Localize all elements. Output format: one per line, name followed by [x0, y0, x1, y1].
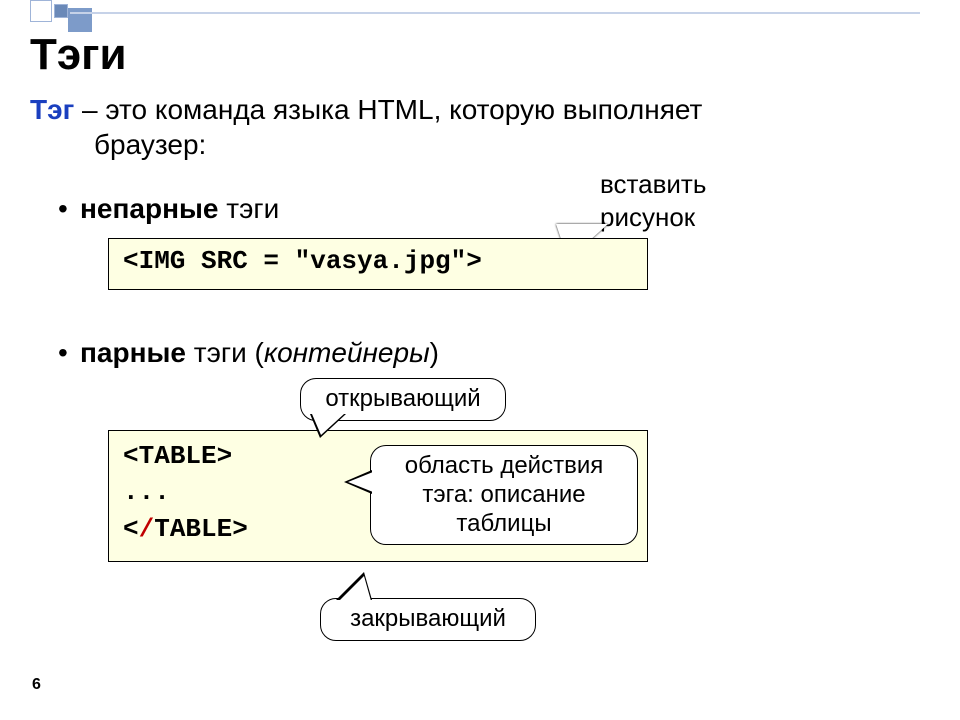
callout-closing: закрывающий: [320, 598, 536, 641]
definition-body-1: – это команда языка HTML, которую выполн…: [74, 94, 702, 125]
bullet-paired: парные тэги (контейнеры): [80, 337, 439, 369]
code2-dots: ...: [123, 477, 170, 507]
slide-decoration-bar: [70, 12, 920, 14]
callout-closing-text: закрывающий: [350, 605, 506, 632]
bullet-paired-close: ): [430, 337, 439, 368]
bullet-unpaired-bold: непарные: [80, 193, 218, 224]
bullet-paired-rest: тэги (: [186, 337, 264, 368]
code2-close-tag: TABLE: [154, 514, 232, 544]
code2-open-lt: <: [123, 441, 139, 471]
callout-insert-picture-l1: вставить: [600, 169, 706, 199]
bullet-unpaired: непарные тэги: [80, 193, 279, 225]
callout-area-l2: тэга: описание: [422, 481, 585, 508]
callout-area-tail-fill: [348, 472, 373, 492]
definition-text: Тэг – это команда языка HTML, которую вы…: [30, 92, 930, 162]
page-number: 6: [32, 676, 41, 694]
code2-close-lt: <: [123, 514, 139, 544]
code2-close-gt: >: [232, 514, 248, 544]
code-example-1: <IMG SRC = "vasya.jpg">: [108, 238, 648, 290]
callout-area: область действия тэга: описание таблицы: [370, 445, 638, 545]
callout-opening-tail-fill: [312, 414, 344, 435]
code2-open-gt: >: [217, 441, 233, 471]
bullet-paired-italic: контейнеры: [264, 337, 430, 368]
definition-term: Тэг: [30, 94, 74, 125]
callout-insert-picture: вставить рисунок: [600, 168, 706, 233]
code-example-1-text: <IMG SRC = "vasya.jpg">: [123, 246, 482, 276]
callout-area-l1: область действия: [405, 452, 603, 479]
bullet-paired-bold: парные: [80, 337, 186, 368]
callout-closing-tail-fill: [339, 576, 371, 601]
definition-body-2: браузер:: [94, 127, 930, 162]
callout-area-l3: таблицы: [456, 510, 551, 537]
code2-open-tag: TABLE: [139, 441, 217, 471]
code2-close-slash: /: [139, 514, 155, 544]
callout-insert-picture-l2: рисунок: [600, 202, 695, 232]
callout-opening-text: открывающий: [325, 385, 480, 412]
slide-title: Тэги: [30, 30, 127, 80]
bullet-unpaired-rest: тэги: [218, 193, 279, 224]
code-example-1-wrap: <IMG SRC = "vasya.jpg">: [108, 238, 648, 290]
